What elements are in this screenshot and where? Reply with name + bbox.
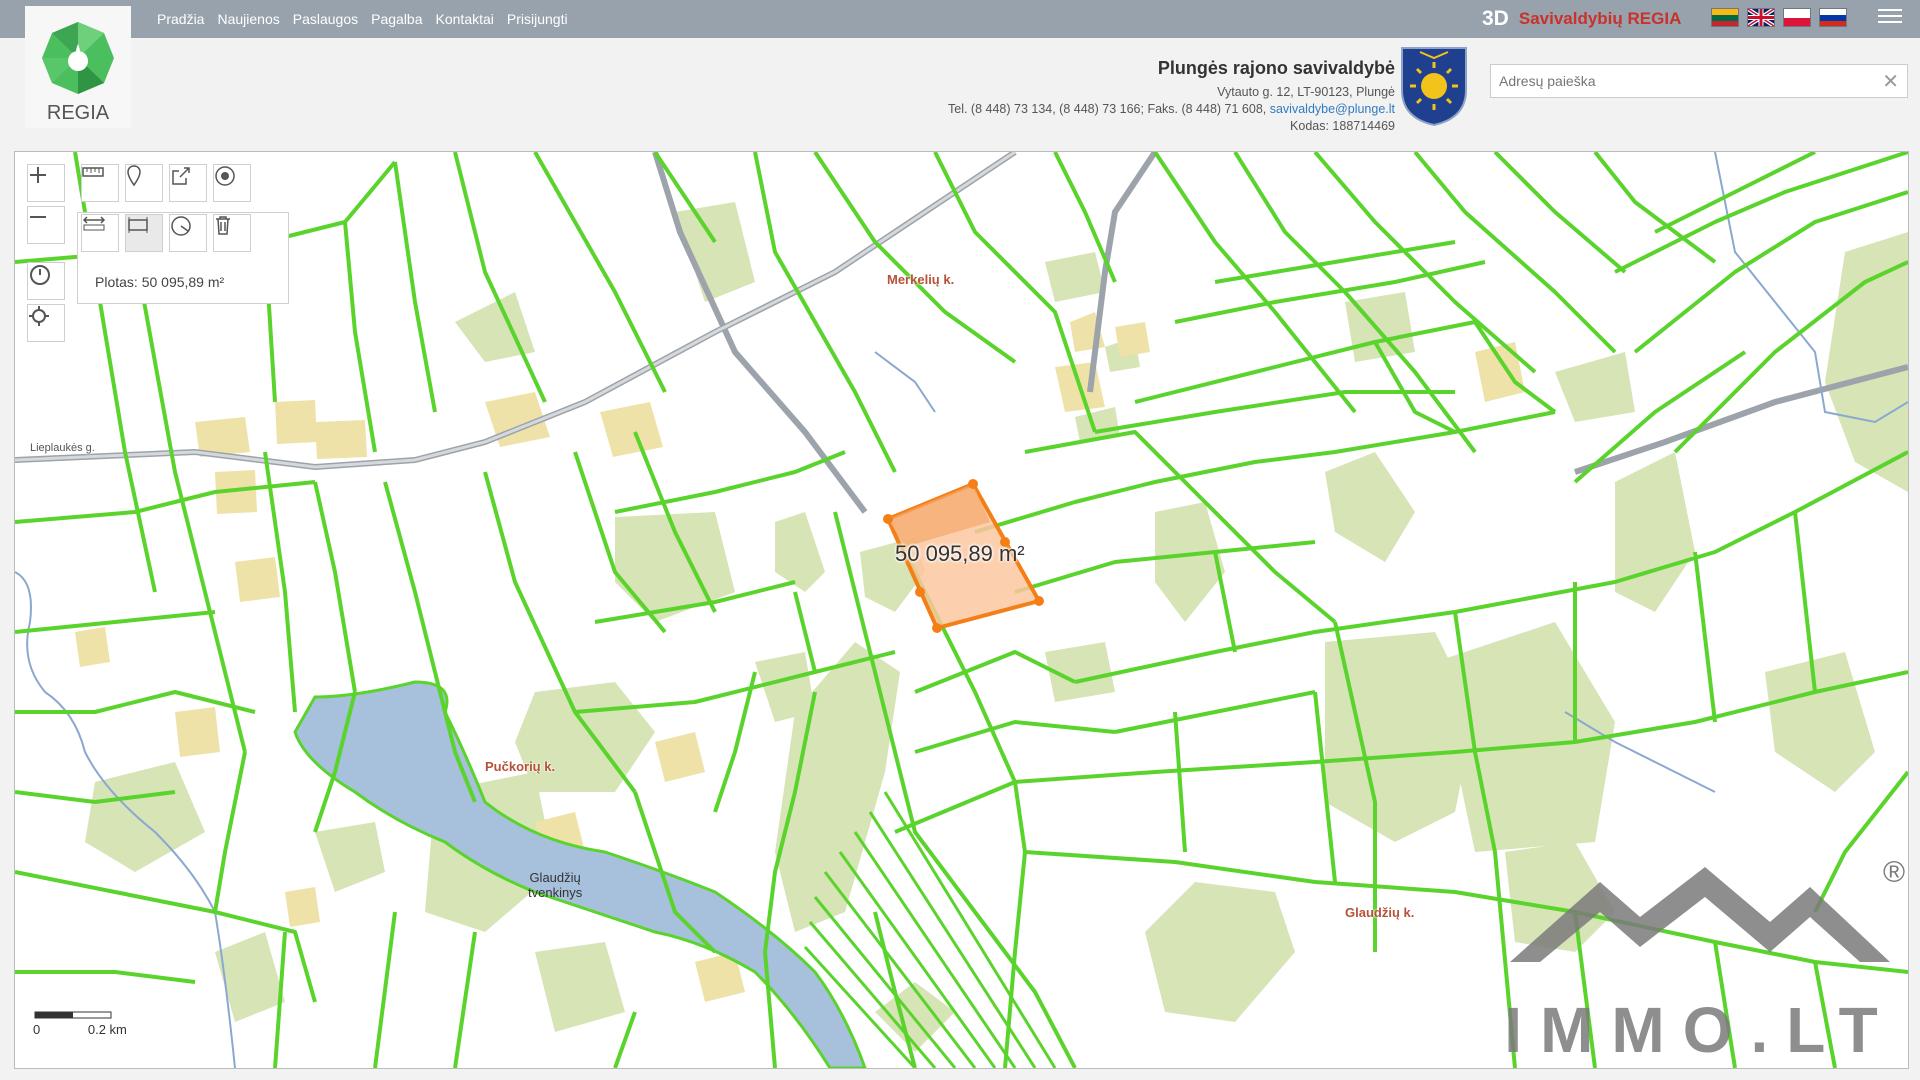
municipality-phones: Tel. (8 448) 73 134, (8 448) 73 166; Fak… — [948, 102, 1270, 116]
brand-name: Savivaldybių REGIA — [1518, 9, 1682, 28]
clear-search-icon[interactable]: ✕ — [1882, 69, 1899, 94]
lake-label-line1: Glaudžių — [529, 870, 581, 885]
street-lieplaukes: Lieplaukės g. — [30, 442, 95, 454]
logo-text: REGIA — [46, 102, 110, 124]
measure-length-button[interactable] — [81, 164, 119, 202]
measure-radius-button[interactable] — [169, 214, 207, 252]
target-button[interactable] — [213, 164, 251, 202]
measure-distance-button[interactable] — [81, 214, 119, 252]
municipality-info: Plungės rajono savivaldybė Vytauto g. 12… — [948, 58, 1395, 135]
nav-naujienos[interactable]: Naujienos — [217, 11, 279, 27]
lake-label-line2: tvenkinys — [528, 885, 583, 900]
watermark-registered-mark: ® — [1883, 856, 1905, 889]
scale-value: 0.2 km — [87, 1022, 127, 1037]
pin-button[interactable] — [125, 164, 163, 202]
measurement-label: 50 095,89 m² — [895, 541, 1025, 566]
distance-icon — [82, 216, 106, 231]
flag-lt-icon[interactable] — [1711, 8, 1739, 27]
nav-prisijungti[interactable]: Prisijungti — [507, 11, 568, 27]
target-icon — [215, 166, 235, 186]
brand-link[interactable]: 3D Savivaldybių REGIA — [1482, 7, 1681, 31]
minus-icon — [30, 216, 46, 218]
address-search-input[interactable] — [1497, 65, 1861, 97]
scale-zero: 0 — [33, 1022, 41, 1037]
area-icon — [128, 217, 148, 233]
immo-watermark: IMMO.LT ® — [1504, 856, 1905, 1066]
address-search: ✕ — [1490, 64, 1908, 98]
measure-area-button[interactable] — [125, 214, 163, 252]
clock-icon — [30, 265, 50, 285]
scale-bar — [34, 1011, 112, 1019]
watermark-text: IMMO.LT — [1504, 994, 1895, 1066]
brand-3d: 3D — [1482, 7, 1509, 30]
nav-paslaugos[interactable]: Paslaugos — [293, 11, 358, 27]
pin-icon — [127, 165, 141, 187]
ruler-icon — [82, 167, 104, 177]
regia-logo[interactable]: REGIA — [25, 6, 131, 128]
place-glaudziu: Glaudžių k. — [1345, 905, 1415, 920]
place-merkeliu: Merkelių k. — [887, 272, 955, 287]
menu-icon[interactable] — [1878, 9, 1902, 29]
nav-pradzia[interactable]: Pradžia — [157, 11, 204, 27]
history-button[interactable] — [27, 262, 65, 300]
place-puckoriu: Pučkorių k. — [485, 759, 556, 774]
plus-icon — [30, 167, 46, 183]
municipality-code: Kodas: 188714469 — [1290, 119, 1395, 133]
nav-pagalba[interactable]: Pagalba — [371, 11, 422, 27]
main-nav: Pradžia Naujienos Paslaugos Pagalba Kont… — [157, 0, 581, 38]
crosshair-icon — [29, 306, 49, 326]
municipality-contacts: Tel. (8 448) 73 134, (8 448) 73 166; Fak… — [948, 101, 1395, 118]
share-button[interactable] — [169, 164, 207, 202]
share-icon — [172, 167, 190, 185]
flag-ru-icon[interactable] — [1819, 8, 1847, 27]
zoom-in-button[interactable] — [27, 164, 65, 202]
area-readout: Plotas: 50 095,89 m² — [95, 274, 225, 290]
municipality-email-link[interactable]: savivaldybe@plunge.lt — [1270, 102, 1395, 116]
delete-button[interactable] — [213, 214, 251, 252]
lake-label: Glaudžių tvenkinys — [528, 870, 582, 900]
locate-button[interactable] — [27, 304, 65, 342]
radius-icon — [171, 216, 191, 236]
municipality-name: Plungės rajono savivaldybė — [1157, 58, 1395, 78]
coat-of-arms-icon — [1401, 47, 1467, 126]
top-bar: Pradžia Naujienos Paslaugos Pagalba Kont… — [0, 0, 1920, 38]
zoom-out-button[interactable] — [27, 206, 65, 244]
scale-labels: 0 0.2 km — [33, 1022, 127, 1037]
municipality-address: Vytauto g. 12, LT-90123, Plungė — [1217, 85, 1395, 99]
trash-icon — [216, 216, 230, 235]
nav-kontaktai[interactable]: Kontaktai — [436, 11, 494, 27]
flag-pl-icon[interactable] — [1783, 8, 1811, 27]
flag-en-icon[interactable] — [1746, 7, 1776, 28]
regia-logo-icon — [42, 22, 114, 94]
watermark-mountains-icon — [1510, 867, 1890, 962]
